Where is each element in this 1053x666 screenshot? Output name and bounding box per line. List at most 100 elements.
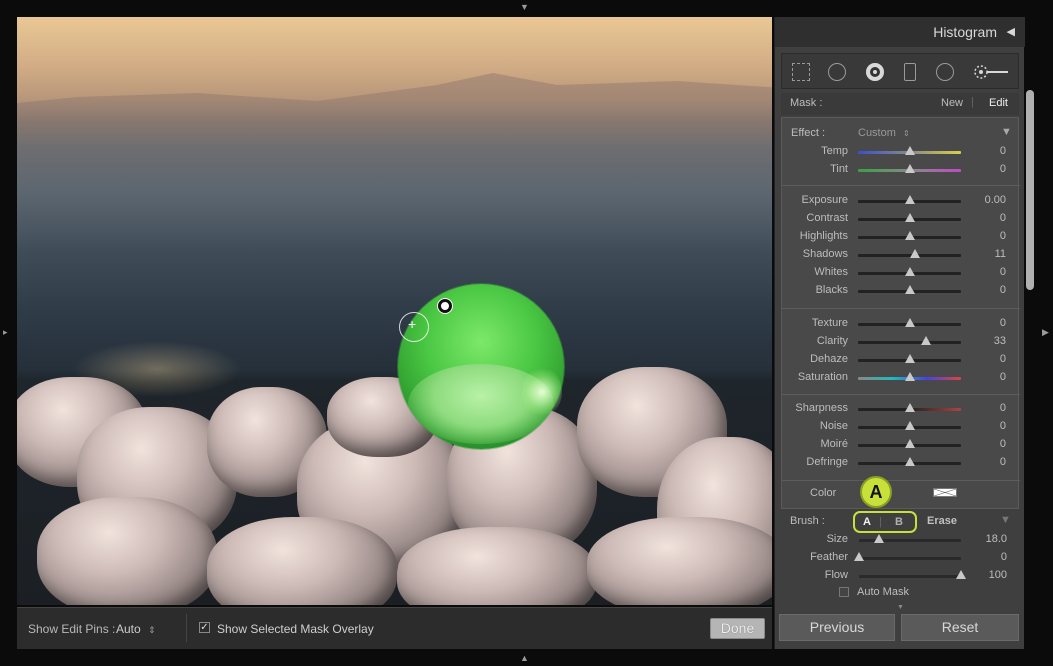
slider-value[interactable]: 33	[966, 335, 1006, 347]
slider-thumb[interactable]	[904, 372, 915, 381]
left-panel-toggle-icon[interactable]: ▸	[3, 328, 8, 337]
slider-label-shadows: Shadows	[802, 248, 848, 260]
slider-value[interactable]: 0	[966, 402, 1006, 414]
histogram-title: Histogram	[933, 24, 997, 40]
slider-thumb[interactable]	[904, 285, 915, 294]
adjustment-brush-icon[interactable]	[972, 63, 1012, 81]
spot-removal-icon[interactable]	[828, 63, 846, 81]
show-edit-pins-value: Auto	[116, 622, 141, 636]
top-panel-toggle-icon[interactable]: ▼	[520, 3, 529, 12]
effect-preset-select[interactable]: Custom ⇕	[858, 127, 910, 139]
slider-label-clarity: Clarity	[816, 335, 848, 347]
brush-slider-thumb[interactable]	[854, 552, 864, 561]
radial-filter-icon[interactable]	[936, 63, 954, 81]
slider-label-noise: Noise	[819, 420, 848, 432]
brush-slider-track[interactable]	[859, 557, 961, 560]
slider-label-exposure: Exposure	[801, 194, 848, 206]
slider-thumb[interactable]	[904, 318, 915, 327]
slider-thumb[interactable]	[904, 164, 915, 173]
effect-menu-triangle-icon[interactable]: ▼	[1001, 126, 1012, 138]
auto-mask-checkbox[interactable]	[839, 587, 849, 597]
brush-slider-label: Feather	[810, 551, 848, 563]
slider-value[interactable]: 0	[966, 145, 1006, 157]
crop-overlay-icon[interactable]	[792, 63, 810, 81]
mask-label: Mask :	[790, 97, 823, 109]
brush-erase-button[interactable]: Erase	[927, 515, 957, 527]
adjustment-sliders-box: Effect : Custom ⇕ ▼ Temp 0 Tint 0 Exposure 0.…	[781, 117, 1020, 509]
updown-arrows-icon: ⇕	[902, 129, 910, 138]
show-edit-pins-label: Show Edit Pins :	[28, 622, 116, 636]
brush-menu-triangle-icon[interactable]: ▼	[1000, 514, 1011, 526]
brush-cursor-icon	[399, 312, 429, 342]
show-edit-pins-select[interactable]: Auto ⇕	[116, 622, 156, 636]
slider-value[interactable]: 11	[966, 248, 1006, 260]
previous-button[interactable]: Previous	[779, 614, 895, 641]
lightroom-develop-window: ▼ ▲ ▸ ▶ Show Edit Pins : Auto ⇕	[0, 0, 1053, 666]
slider-value[interactable]: 0	[966, 420, 1006, 432]
slider-value[interactable]: 0	[966, 353, 1006, 365]
slider-value[interactable]: 0	[966, 317, 1006, 329]
effect-label: Effect :	[791, 127, 826, 139]
slider-thumb[interactable]	[921, 336, 932, 345]
slider-value[interactable]: 0	[966, 284, 1006, 296]
slider-label-highlights: Highlights	[799, 230, 848, 242]
updown-arrows-icon: ⇕	[148, 625, 156, 635]
auto-mask-label: Auto Mask	[857, 586, 909, 598]
brush-slider-value[interactable]: 100	[967, 569, 1007, 581]
brush-a-button[interactable]: A	[863, 516, 871, 528]
slider-value[interactable]: 0	[966, 163, 1006, 175]
bottom-toolbar: Show Edit Pins : Auto ⇕ ✓ Show Selected …	[17, 607, 772, 649]
color-swatch[interactable]	[933, 488, 957, 497]
slider-thumb[interactable]	[904, 146, 915, 155]
slider-value[interactable]: 0	[966, 456, 1006, 468]
right-panel-toggle-icon[interactable]: ▶	[1042, 328, 1049, 337]
mask-overlay-checkbox[interactable]: ✓	[199, 622, 210, 633]
slider-thumb[interactable]	[910, 249, 921, 258]
slider-value[interactable]: 0	[966, 230, 1006, 242]
brush-b-button[interactable]: B	[895, 516, 903, 528]
slider-thumb[interactable]	[904, 457, 915, 466]
slider-label-saturation: Saturation	[797, 371, 848, 383]
brush-slider-label: Flow	[824, 569, 848, 581]
brush-slider-thumb[interactable]	[874, 534, 885, 543]
slider-value[interactable]: 0	[966, 371, 1006, 383]
bottom-panel-toggle-icon[interactable]: ▲	[520, 654, 529, 663]
group-separator	[782, 480, 1020, 481]
edit-pin-icon[interactable]	[438, 299, 452, 313]
brush-slider-value[interactable]: 18.0	[967, 533, 1007, 545]
group-separator	[782, 185, 1020, 186]
mask-edit-button[interactable]: Edit	[989, 97, 1008, 109]
brush-slider-track[interactable]	[859, 575, 961, 578]
photo-canvas[interactable]	[17, 17, 772, 605]
slider-value[interactable]: 0.00	[966, 194, 1006, 206]
panel-scrollbar[interactable]	[1026, 90, 1034, 290]
right-panel: Histogram ◀ Mask : New | Edit Effect: C…	[774, 17, 1025, 649]
brush-slider-value[interactable]: 0	[967, 551, 1007, 563]
slider-thumb[interactable]	[904, 213, 915, 222]
histogram-header[interactable]: Histogram ◀	[775, 17, 1025, 47]
orb-highlight	[522, 367, 562, 417]
slider-thumb[interactable]	[904, 267, 915, 276]
slider-thumb[interactable]	[904, 421, 915, 430]
collapse-triangle-icon[interactable]: ◀	[1007, 25, 1015, 38]
graduated-filter-icon[interactable]	[904, 63, 916, 81]
group-separator	[782, 308, 1020, 309]
reset-button[interactable]: Reset	[901, 614, 1019, 641]
slider-thumb[interactable]	[904, 231, 915, 240]
red-eye-icon[interactable]	[866, 63, 884, 81]
brush-slider-thumb[interactable]	[956, 570, 966, 579]
mask-new-button[interactable]: New	[941, 97, 963, 109]
slider-value[interactable]: 0	[966, 438, 1006, 450]
slider-thumb[interactable]	[904, 439, 915, 448]
slider-thumb[interactable]	[904, 403, 915, 412]
slider-thumb[interactable]	[904, 195, 915, 204]
slider-value[interactable]: 0	[966, 212, 1006, 224]
slider-label-dehaze: Dehaze	[810, 353, 848, 365]
slider-thumb[interactable]	[904, 354, 915, 363]
done-button[interactable]: Done	[710, 618, 765, 639]
slider-track[interactable]	[858, 341, 961, 344]
brush-slider-label: Size	[826, 533, 848, 545]
photo-mountains	[17, 73, 772, 137]
brush-row: Brush : A | B Erase ▼	[781, 511, 1019, 533]
slider-value[interactable]: 0	[966, 266, 1006, 278]
